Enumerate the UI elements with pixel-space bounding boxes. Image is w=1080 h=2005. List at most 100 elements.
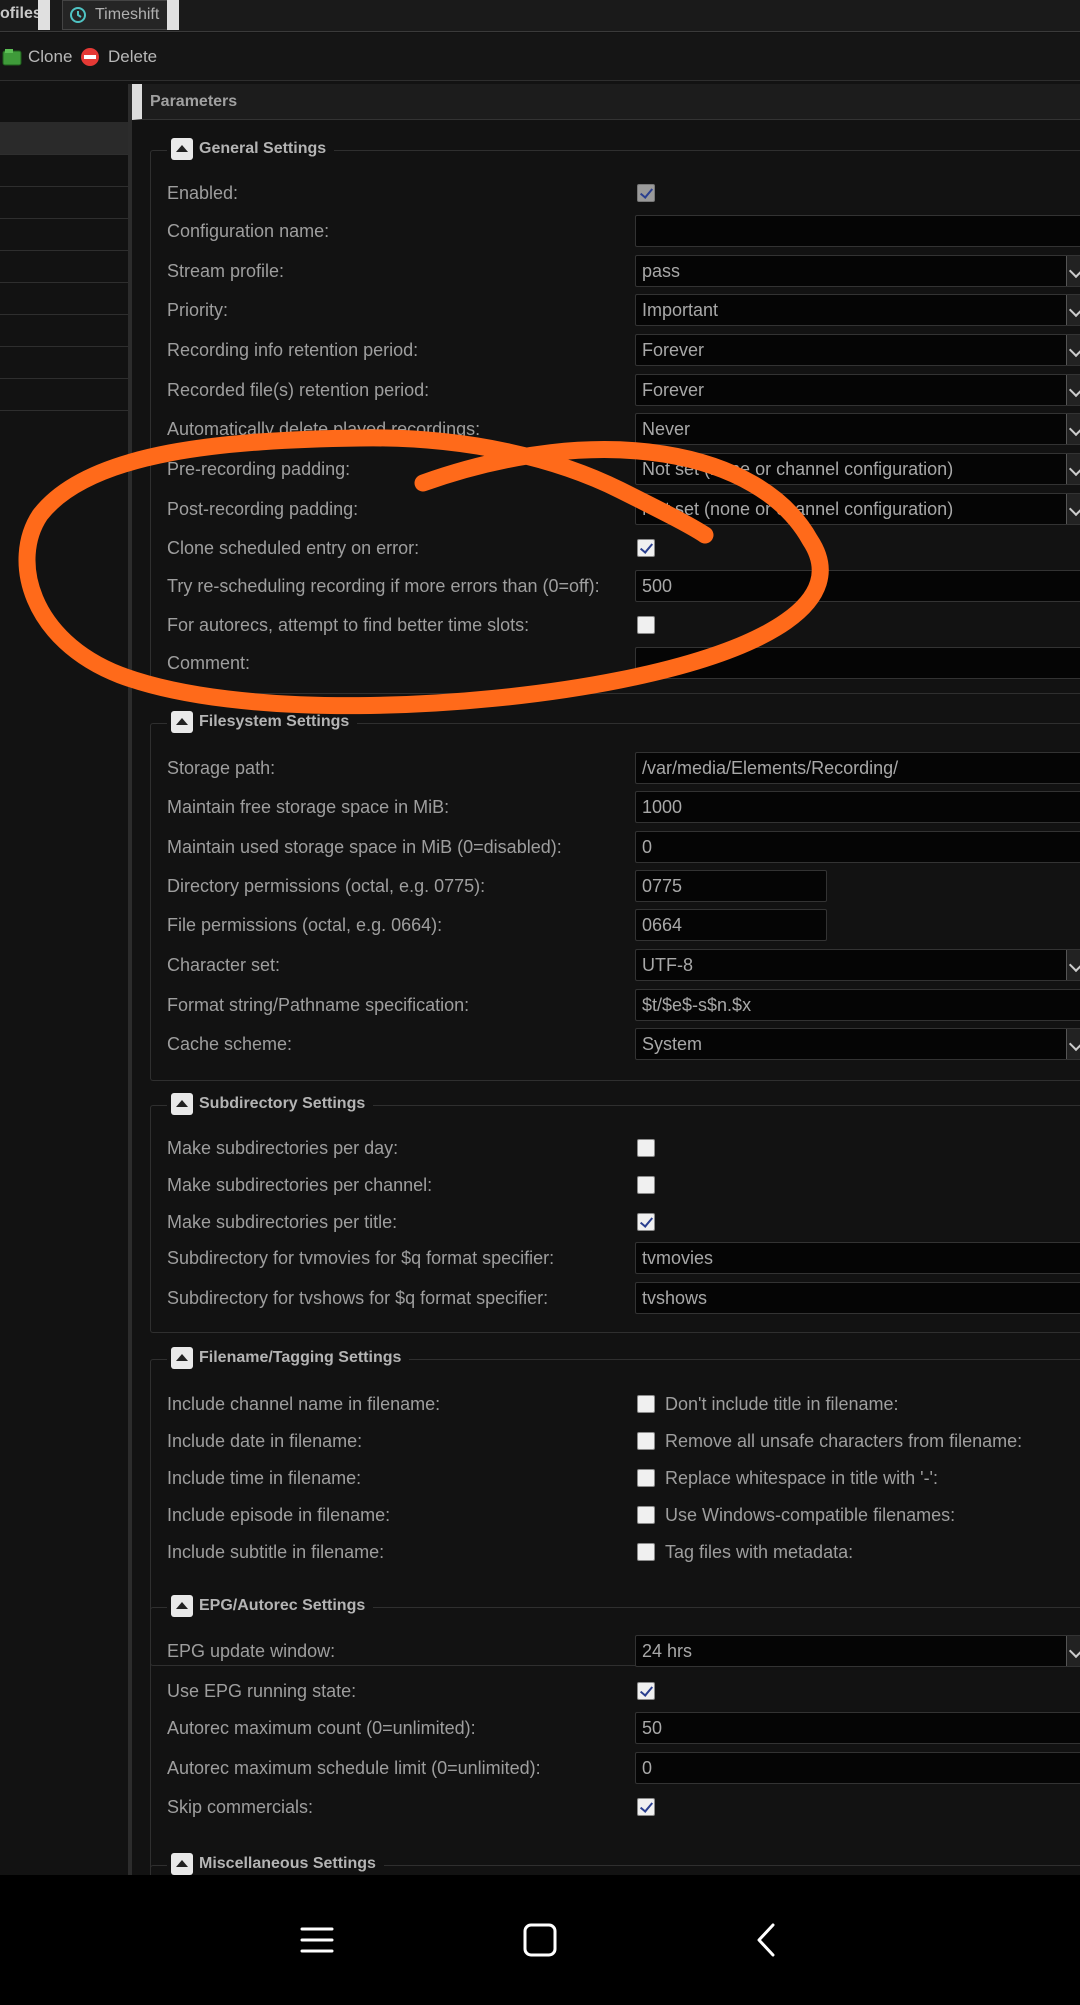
post-padding-select[interactable]: Not set (none or channel configuration) [635,493,1080,525]
pre-padding-select[interactable]: Not set (none or channel configuration) [635,453,1080,485]
legend-label: Miscellaneous Settings [199,1855,376,1872]
reschedule-input[interactable]: 500 [635,570,1080,602]
list-item-selected[interactable] [0,122,128,154]
filename-tagging-settings-legend[interactable]: Filename/Tagging Settings [167,1346,410,1370]
list-item [0,346,128,347]
tvshows-label: Subdirectory for tvshows for $q format s… [167,1288,549,1308]
collapse-icon[interactable] [171,138,193,160]
filename-option-label: Replace whitespace in title with '-': [665,1468,938,1488]
skip-comm-checkbox[interactable] [637,1798,655,1816]
clone-on-error-checkbox[interactable] [637,539,655,557]
filename-option-checkbox[interactable] [637,1469,655,1487]
general-settings-legend[interactable]: General Settings [167,137,335,161]
stream-profile-select[interactable]: pass [635,255,1080,287]
tvmovies-input[interactable]: tvmovies [635,1242,1080,1274]
config-name-input[interactable] [635,215,1080,247]
filesystem-settings-legend[interactable]: Filesystem Settings [167,710,358,734]
format-label: Format string/Pathname specification: [167,995,470,1015]
toolbar: Clone Delete [0,33,1080,81]
select-value: pass [642,261,681,281]
chevron-down-icon[interactable] [1066,256,1080,286]
subdirectory-settings-legend[interactable]: Subdirectory Settings [167,1092,374,1116]
rec-file-retention-select[interactable]: Forever [635,374,1080,406]
tab-profiles[interactable]: ofiles [0,0,42,30]
panel-header: Parameters [132,84,1080,120]
tab-timeshift-label: Timeshift [95,6,160,23]
dir-perm-input[interactable]: 0775 [635,870,827,902]
priority-select[interactable]: Important [635,294,1080,326]
comment-input[interactable] [635,647,1080,679]
used-space-input[interactable]: 0 [635,831,1080,863]
clone-label: Clone [28,47,73,66]
collapse-icon[interactable] [171,711,193,733]
chevron-down-icon[interactable] [1066,335,1080,365]
per-day-checkbox[interactable] [637,1139,655,1157]
collapse-icon[interactable] [171,1347,193,1369]
enabled-checkbox[interactable] [637,184,655,202]
epg-autorec-settings: EPG/Autorec Settings EPG update window: 2… [150,1594,1080,1875]
general-settings: General Settings Enabled: Configuration … [150,137,1080,694]
per-title-label: Make subdirectories per title: [167,1212,398,1232]
epg-autorec-settings-legend[interactable]: EPG/Autorec Settings [167,1594,374,1618]
comment-label: Comment: [167,653,251,673]
filename-option-label: Remove all unsafe characters from filena… [665,1431,1023,1451]
chevron-down-icon[interactable] [1066,295,1080,325]
max-sched-input[interactable]: 0 [635,1752,1080,1784]
miscellaneous-settings-legend[interactable]: Miscellaneous Settings [167,1852,384,1875]
epg-running-label: Use EPG running state: [167,1681,357,1701]
filename-option-checkbox[interactable] [637,1506,655,1524]
chevron-down-icon[interactable] [1066,950,1080,980]
back-icon[interactable] [742,1915,792,1965]
list-item [0,250,128,251]
collapse-icon[interactable] [171,1595,193,1617]
chevron-down-icon[interactable] [1066,375,1080,405]
select-value: Forever [642,340,705,360]
max-sched-label: Autorec maximum schedule limit (0=unlimi… [167,1758,541,1778]
select-value: 24 hrs [642,1641,693,1661]
priority-label: Priority: [167,300,229,320]
used-space-label: Maintain used storage space in MiB (0=di… [167,837,562,857]
storage-path-input[interactable]: /var/media/Elements/Recording/ [635,752,1080,784]
file-perm-input[interactable]: 0664 [635,909,827,941]
tvshows-input[interactable]: tvshows [635,1282,1080,1314]
delete-icon [81,48,99,66]
epg-running-checkbox[interactable] [637,1682,655,1700]
enabled-label: Enabled: [167,183,239,203]
chevron-down-icon[interactable] [1066,1029,1080,1059]
delete-button[interactable]: Delete [80,43,157,71]
free-space-input[interactable]: 1000 [635,791,1080,823]
filename-option-checkbox[interactable] [637,1432,655,1450]
clone-button[interactable]: Clone [2,43,72,71]
rec-info-retention-select[interactable]: Forever [635,334,1080,366]
config-name-label: Configuration name: [167,221,330,241]
format-input[interactable]: $t/$e$-s$n.$x [635,989,1080,1021]
per-title-checkbox[interactable] [637,1213,655,1231]
cache-select[interactable]: System [635,1028,1080,1060]
epg-window-select[interactable]: 24 hrs [635,1635,1080,1667]
charset-select[interactable]: UTF-8 [635,949,1080,981]
collapse-icon[interactable] [171,1853,193,1875]
filename-option-checkbox[interactable] [637,1543,655,1561]
menu-icon[interactable] [292,1915,342,1965]
list-item [0,282,128,283]
chevron-down-icon[interactable] [1066,414,1080,444]
filesystem-settings: Filesystem Settings Storage path: /var/me… [150,710,1080,1081]
legend-label: Filesystem Settings [199,713,350,730]
collapse-icon[interactable] [171,1093,193,1115]
auto-delete-select[interactable]: Never [635,413,1080,445]
chevron-down-icon[interactable] [1066,1636,1080,1666]
list-item [0,378,128,379]
home-icon[interactable] [515,1915,565,1965]
max-count-input[interactable]: 50 [635,1712,1080,1744]
per-channel-checkbox[interactable] [637,1176,655,1194]
autorec-better-checkbox[interactable] [637,616,655,634]
filename-option-checkbox[interactable] [637,1395,655,1413]
select-value: System [642,1034,703,1054]
tvmovies-label: Subdirectory for tvmovies for $q format … [167,1248,555,1268]
chevron-down-icon[interactable] [1066,494,1080,524]
legend-label: General Settings [199,140,327,157]
select-value: Never [642,419,691,439]
chevron-down-icon[interactable] [1066,454,1080,484]
tab-timeshift[interactable]: Timeshift [62,0,178,30]
list-item [0,218,128,219]
